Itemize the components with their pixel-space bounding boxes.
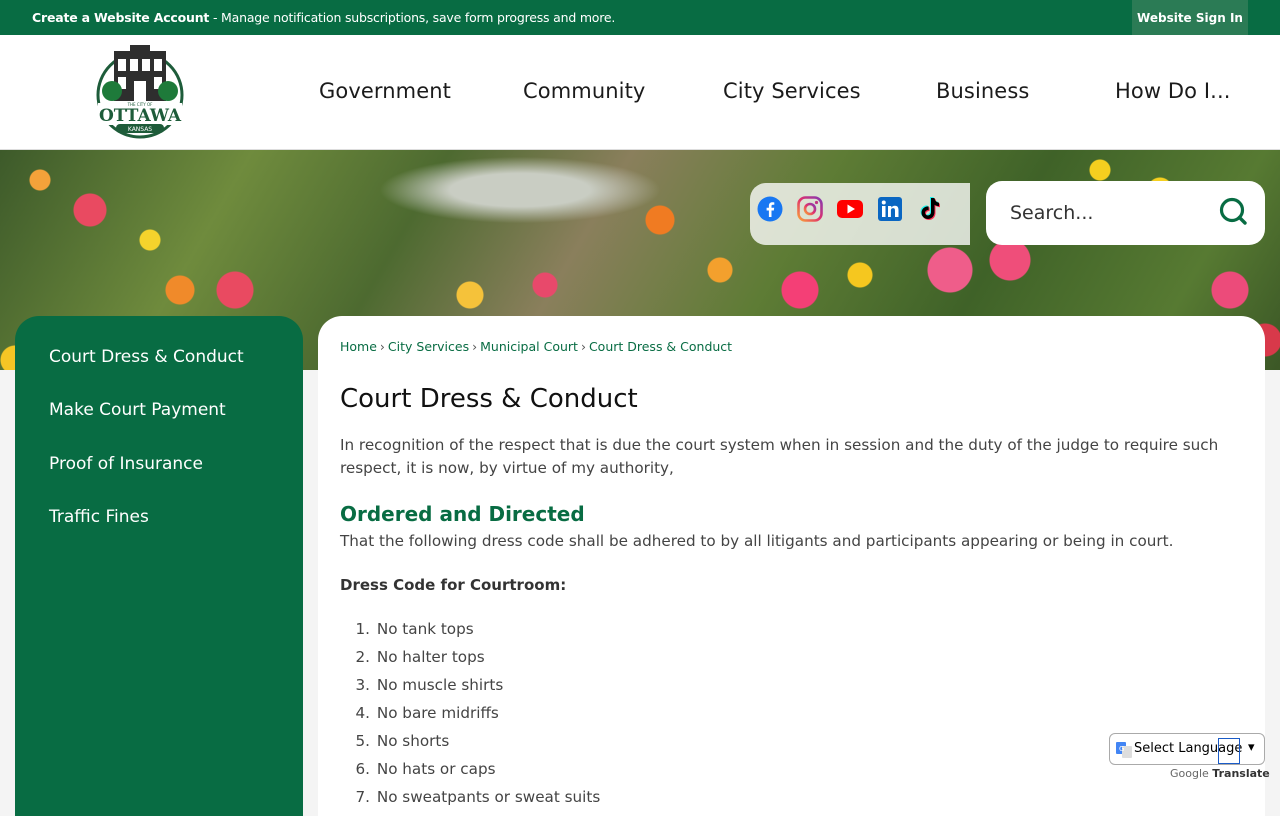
order-paragraph: That the following dress code shall be a… xyxy=(340,532,1174,550)
nav-city-services[interactable]: City Services xyxy=(723,79,861,103)
breadcrumb: Home › City Services › Municipal Court › Court… xyxy=(340,339,732,354)
logo-name-text: OTTAWA xyxy=(99,106,182,126)
sidebar-nav: Court Dress & Conduct Make Court Payment… xyxy=(15,316,303,816)
website-sign-in-button[interactable]: Website Sign In xyxy=(1132,0,1248,35)
sidebar-item-make-court-payment[interactable]: Make Court Payment xyxy=(49,400,226,420)
list-item: 2. No halter tops xyxy=(355,648,485,666)
create-account-description: - Manage notification subscriptions, sav… xyxy=(209,10,616,25)
nav-how-do-i[interactable]: How Do I... xyxy=(1115,79,1231,103)
instagram-icon[interactable] xyxy=(797,196,823,222)
nav-business[interactable]: Business xyxy=(936,79,1029,103)
sidebar-item-court-dress-conduct[interactable]: Court Dress & Conduct xyxy=(49,347,244,367)
create-account-link[interactable]: Create a Website Account xyxy=(32,10,209,25)
sidebar-item-proof-of-insurance[interactable]: Proof of Insurance xyxy=(49,454,203,474)
sidebar-item-traffic-fines[interactable]: Traffic Fines xyxy=(49,507,149,527)
intro-paragraph: In recognition of the respect that is du… xyxy=(340,436,1219,477)
list-item: 4. No bare midriffs xyxy=(355,704,499,722)
rule-text: No muscle shirts xyxy=(376,676,504,694)
breadcrumb-city-services[interactable]: City Services xyxy=(388,339,469,354)
site-header: THE CITY OF OTTAWA KANSAS Government Com… xyxy=(0,35,1280,150)
list-item: 6. No hats or caps xyxy=(355,760,496,778)
search-input[interactable] xyxy=(1010,199,1200,227)
language-select[interactable]: G Select Language ▾ xyxy=(1109,733,1265,765)
facebook-icon[interactable] xyxy=(757,196,783,222)
nav-community[interactable]: Community xyxy=(523,79,645,103)
tiktok-icon[interactable] xyxy=(916,196,942,222)
breadcrumb-separator: › xyxy=(580,339,586,354)
rule-text: No tank tops xyxy=(376,620,474,638)
rule-text: No sweatpants or sweat suits xyxy=(376,788,601,806)
breadcrumb-separator: › xyxy=(472,339,478,354)
search-icon[interactable] xyxy=(1218,197,1248,227)
list-item: 5. No shorts xyxy=(355,732,450,750)
site-search xyxy=(986,181,1265,245)
dress-code-heading: Dress Code for Courtroom: xyxy=(340,576,567,594)
linkedin-icon[interactable] xyxy=(877,196,903,222)
select-focus-box xyxy=(1218,738,1240,764)
rule-text: No halter tops xyxy=(376,648,485,666)
translate-label: Translate xyxy=(1212,767,1270,780)
breadcrumb-home[interactable]: Home xyxy=(340,339,377,354)
nav-government[interactable]: Government xyxy=(319,79,451,103)
breadcrumb-current[interactable]: Court Dress & Conduct xyxy=(589,339,732,354)
page-title: Court Dress & Conduct xyxy=(340,384,638,414)
google-translate-icon: G xyxy=(1116,742,1132,758)
logo-state-text: KANSAS xyxy=(128,126,152,133)
top-notification-bar: Create a Website Account - Manage notifi… xyxy=(0,0,1280,35)
rule-text: No hats or caps xyxy=(376,760,496,778)
youtube-icon[interactable] xyxy=(836,196,864,222)
svg-text:G: G xyxy=(1119,745,1124,753)
chevron-down-icon[interactable]: ▾ xyxy=(1248,740,1255,755)
list-item: 1. No tank tops xyxy=(355,620,474,638)
ordered-directed-heading: Ordered and Directed xyxy=(340,502,585,526)
google-translate-attribution[interactable]: Google Translate xyxy=(1170,767,1270,780)
google-label: Google xyxy=(1170,767,1209,780)
list-item: 3. No muscle shirts xyxy=(355,676,504,694)
rule-text: No bare midriffs xyxy=(376,704,499,722)
dress-code-list: 1. No tank tops 2. No halter tops 3. No … xyxy=(354,618,601,814)
list-item: 7. No sweatpants or sweat suits xyxy=(355,788,601,806)
breadcrumb-separator: › xyxy=(379,339,385,354)
create-account-message[interactable]: Create a Website Account - Manage notifi… xyxy=(32,10,615,25)
breadcrumb-municipal-court[interactable]: Municipal Court xyxy=(480,339,578,354)
social-media-bar xyxy=(750,183,970,245)
rule-text: No shorts xyxy=(376,732,450,750)
city-logo[interactable]: THE CITY OF OTTAWA KANSAS xyxy=(94,45,186,140)
